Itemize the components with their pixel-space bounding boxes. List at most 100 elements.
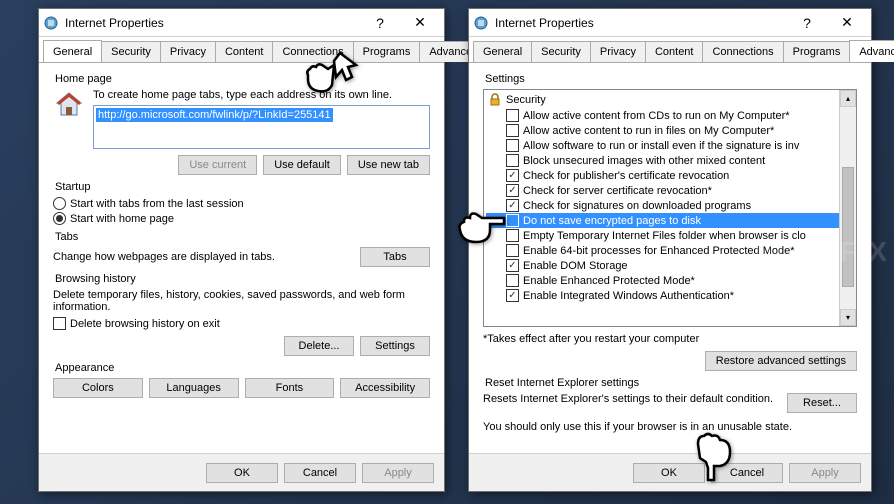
delete-button[interactable]: Delete... (284, 336, 354, 356)
checkbox-icon (506, 199, 519, 212)
cancel-button[interactable]: Cancel (284, 463, 356, 483)
checkbox-icon (506, 169, 519, 182)
watermark: UGETFIX (754, 236, 889, 268)
tab-advanced[interactable]: Advanced (849, 40, 894, 62)
homepage-url-selected: http://go.microsoft.com/fwlink/p/?LinkId… (96, 108, 333, 122)
radio-icon (53, 212, 66, 225)
use-current-button[interactable]: Use current (178, 155, 257, 175)
checkbox-label: Check for server certificate revocation* (523, 185, 712, 197)
history-settings-button[interactable]: Settings (360, 336, 430, 356)
startup-group-title: Startup (53, 181, 430, 193)
checkbox-label: Delete browsing history on exit (70, 318, 220, 330)
tab-programs[interactable]: Programs (353, 41, 421, 62)
tab-programs[interactable]: Programs (783, 41, 851, 62)
languages-button[interactable]: Languages (149, 378, 239, 398)
close-button[interactable]: ✕ (400, 11, 440, 35)
checkbox-label: Allow software to run or install even if… (523, 140, 799, 152)
tab-general[interactable]: General (473, 41, 532, 62)
dialog-footer: OK Cancel Apply (469, 453, 871, 491)
scroll-down-icon[interactable]: ▾ (840, 309, 856, 326)
titlebar: Internet Properties ? ✕ (469, 9, 871, 37)
scroll-thumb[interactable] (842, 167, 854, 287)
security-header: Security (486, 92, 854, 108)
checkbox-icon (53, 317, 66, 330)
scroll-up-icon[interactable]: ▴ (840, 90, 856, 107)
scrollbar[interactable]: ▴ ▾ (839, 90, 856, 326)
settings-checkbox-item[interactable]: Enable Enhanced Protected Mode* (486, 273, 854, 288)
checkbox-icon (506, 124, 519, 137)
settings-checkbox-item[interactable]: Do not save encrypted pages to disk (486, 213, 854, 228)
titlebar-text: Internet Properties (65, 16, 360, 30)
help-button[interactable]: ? (787, 11, 827, 35)
security-header-text: Security (506, 94, 546, 106)
tab-connections[interactable]: Connections (272, 41, 353, 62)
delete-on-exit-checkbox[interactable]: Delete browsing history on exit (53, 317, 430, 330)
checkbox-icon (506, 274, 519, 287)
startup-homepage-radio[interactable]: Start with home page (53, 212, 430, 225)
checkbox-label: Enable DOM Storage (523, 260, 628, 272)
homepage-instruction: To create home page tabs, type each addr… (93, 89, 430, 101)
use-new-tab-button[interactable]: Use new tab (347, 155, 430, 175)
tab-security[interactable]: Security (531, 41, 591, 62)
checkbox-icon (506, 109, 519, 122)
history-text: Delete temporary files, history, cookies… (53, 289, 430, 313)
lock-icon (488, 93, 502, 107)
checkbox-label: Block unsecured images with other mixed … (523, 155, 765, 167)
tab-general[interactable]: General (43, 40, 102, 62)
tab-security[interactable]: Security (101, 41, 161, 62)
titlebar-text: Internet Properties (495, 16, 787, 30)
settings-checkbox-item[interactable]: Check for signatures on downloaded progr… (486, 198, 854, 213)
reset-warning: You should only use this if your browser… (483, 421, 857, 433)
checkbox-label: Allow active content from CDs to run on … (523, 110, 790, 122)
settings-tree[interactable]: Security Allow active content from CDs t… (483, 89, 857, 327)
cancel-button[interactable]: Cancel (711, 463, 783, 483)
tab-content[interactable]: Content (215, 41, 274, 62)
checkbox-label: Do not save encrypted pages to disk (523, 215, 701, 227)
window-icon (43, 15, 59, 31)
tab-strip: General Security Privacy Content Connect… (469, 37, 871, 63)
settings-checkbox-item[interactable]: Check for server certificate revocation* (486, 183, 854, 198)
homepage-url-input[interactable]: http://go.microsoft.com/fwlink/p/?LinkId… (93, 105, 430, 149)
checkbox-icon (506, 154, 519, 167)
fonts-button[interactable]: Fonts (245, 378, 335, 398)
settings-checkbox-item[interactable]: Block unsecured images with other mixed … (486, 153, 854, 168)
colors-button[interactable]: Colors (53, 378, 143, 398)
checkbox-label: Enable Integrated Windows Authentication… (523, 290, 734, 302)
titlebar: Internet Properties ? ✕ (39, 9, 444, 37)
use-default-button[interactable]: Use default (263, 155, 341, 175)
house-icon (53, 89, 85, 121)
help-button[interactable]: ? (360, 11, 400, 35)
checkbox-label: Enable Enhanced Protected Mode* (523, 275, 695, 287)
accessibility-button[interactable]: Accessibility (340, 378, 430, 398)
startup-last-session-radio[interactable]: Start with tabs from the last session (53, 197, 430, 210)
checkbox-label: Check for publisher's certificate revoca… (523, 170, 729, 182)
window-icon (473, 15, 489, 31)
tabs-button[interactable]: Tabs (360, 247, 430, 267)
reset-button[interactable]: Reset... (787, 393, 857, 413)
checkbox-label: Check for signatures on downloaded progr… (523, 200, 751, 212)
settings-checkbox-item[interactable]: Enable Integrated Windows Authentication… (486, 288, 854, 303)
tab-content[interactable]: Content (645, 41, 704, 62)
checkbox-icon (506, 244, 519, 257)
tab-strip: General Security Privacy Content Connect… (39, 37, 444, 63)
settings-checkbox-item[interactable]: Check for publisher's certificate revoca… (486, 168, 854, 183)
settings-checkbox-item[interactable]: Allow software to run or install even if… (486, 138, 854, 153)
ok-button[interactable]: OK (206, 463, 278, 483)
tab-connections[interactable]: Connections (702, 41, 783, 62)
tab-privacy[interactable]: Privacy (590, 41, 646, 62)
close-button[interactable]: ✕ (827, 11, 867, 35)
radio-label: Start with home page (70, 213, 174, 225)
restart-note: *Takes effect after you restart your com… (483, 333, 857, 345)
apply-button[interactable]: Apply (789, 463, 861, 483)
settings-group-title: Settings (483, 73, 857, 85)
ok-button[interactable]: OK (633, 463, 705, 483)
apply-button[interactable]: Apply (362, 463, 434, 483)
checkbox-icon (506, 289, 519, 302)
internet-properties-dialog-general: Internet Properties ? ✕ General Security… (38, 8, 445, 492)
restore-advanced-button[interactable]: Restore advanced settings (705, 351, 857, 371)
settings-checkbox-item[interactable]: Allow active content from CDs to run on … (486, 108, 854, 123)
appearance-group-title: Appearance (53, 362, 430, 374)
tab-privacy[interactable]: Privacy (160, 41, 216, 62)
settings-checkbox-item[interactable]: Allow active content to run in files on … (486, 123, 854, 138)
tabs-text: Change how webpages are displayed in tab… (53, 251, 275, 263)
